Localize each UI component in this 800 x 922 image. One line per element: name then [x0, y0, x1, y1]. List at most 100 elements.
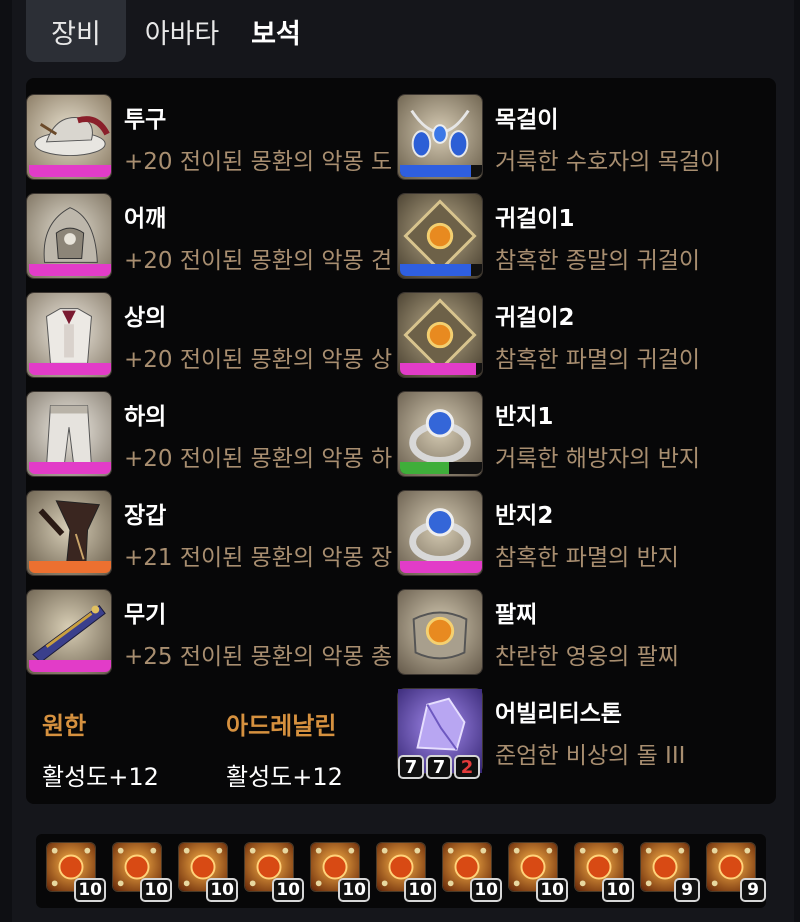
quality-bar: [400, 462, 482, 474]
right-edge: [794, 0, 800, 922]
quality-bar-fill: [400, 165, 472, 177]
gem-level-badge: 10: [74, 878, 106, 902]
gem-level-badge: 10: [470, 878, 502, 902]
equipment-slot[interactable]: 장갑 +21 전이된 몽환의 악몽 장: [26, 490, 392, 578]
gem-slot[interactable]: 10: [442, 842, 502, 902]
item-description: 준엄한 비상의 돌 III: [495, 743, 686, 769]
item-slot-name: 어빌리티스톤: [495, 701, 622, 727]
earring-icon: [397, 292, 483, 378]
gem-slot[interactable]: 9: [706, 842, 766, 902]
gem-slot[interactable]: 10: [376, 842, 436, 902]
ring-icon: [397, 391, 483, 477]
gem-slot[interactable]: 10: [178, 842, 238, 902]
item-description: +20 전이된 몽환의 악몽 도: [124, 149, 393, 175]
equipment-slot[interactable]: 상의 +20 전이된 몽환의 악몽 상: [26, 292, 392, 380]
item-description: 참혹한 종말의 귀걸이: [495, 248, 701, 274]
engraving-name: 원한: [42, 712, 87, 740]
item-description: 참혹한 파멸의 반지: [495, 545, 679, 571]
equipment-slot[interactable]: 귀걸이2 참혹한 파멸의 귀걸이: [397, 292, 757, 380]
bracelet-icon: [397, 589, 483, 675]
item-description: +20 전이된 몽환의 악몽 상: [124, 347, 393, 373]
quality-bar: [29, 165, 111, 177]
gem-slot[interactable]: 10: [244, 842, 304, 902]
engraving-name: 아드레날린: [226, 712, 337, 740]
engraving-value: 활성도+12: [42, 763, 159, 791]
quality-bar: [29, 462, 111, 474]
item-slot-name: 상의: [124, 305, 167, 331]
item-slot-name: 귀걸이2: [495, 305, 575, 331]
gem-level-badge: 9: [740, 878, 766, 902]
item-description: +25 전이된 몽환의 악몽 총: [124, 644, 393, 670]
stone-level-badges: 772: [398, 755, 480, 779]
item-description: +20 전이된 몽환의 악몽 견: [124, 248, 393, 274]
item-description: +21 전이된 몽환의 악몽 장: [124, 545, 393, 571]
quality-bar-fill: [29, 165, 111, 177]
ring-icon: [397, 490, 483, 576]
gem-level-badge: 10: [272, 878, 304, 902]
quality-bar: [400, 165, 482, 177]
tab-bar: 장비 아바타 보석: [26, 0, 314, 62]
chest-armor-icon: [26, 292, 112, 378]
item-description: 찬란한 영웅의 팔찌: [495, 644, 679, 670]
quality-bar-fill: [29, 462, 111, 474]
quality-bar-fill: [29, 363, 111, 375]
gem-level-badge: 10: [404, 878, 436, 902]
quality-bar: [29, 660, 111, 672]
tab-avatar[interactable]: 아바타: [126, 0, 238, 62]
quality-bar-fill: [29, 660, 111, 672]
item-slot-name: 하의: [124, 404, 167, 430]
equipment-slot[interactable]: 어깨 +20 전이된 몽환의 악몽 견: [26, 193, 392, 281]
tab-equipment[interactable]: 장비: [26, 0, 126, 62]
equipment-slot[interactable]: 투구 +20 전이된 몽환의 악몽 도: [26, 94, 392, 182]
stone-level-badge: 7: [398, 755, 424, 779]
ability-stone-icon: 772: [397, 688, 483, 779]
item-description: 참혹한 파멸의 귀걸이: [495, 347, 701, 373]
quality-bar: [400, 264, 482, 276]
item-slot-name: 장갑: [124, 503, 167, 529]
equipment-slot[interactable]: 귀걸이1 참혹한 종말의 귀걸이: [397, 193, 757, 281]
item-slot-name: 반지1: [495, 404, 554, 430]
stone-level-badge: 2: [454, 755, 480, 779]
equipment-slot[interactable]: 팔찌찬란한 영웅의 팔찌: [397, 589, 757, 677]
gem-slot[interactable]: 9: [640, 842, 700, 902]
quality-bar: [29, 363, 111, 375]
item-slot-name: 무기: [124, 602, 167, 628]
item-slot-name: 반지2: [495, 503, 554, 529]
equipment-slot[interactable]: 반지2 참혹한 파멸의 반지: [397, 490, 757, 578]
stone-level-badge: 7: [426, 755, 452, 779]
gloves-icon: [26, 490, 112, 576]
item-slot-name: 투구: [124, 107, 167, 133]
gem-bar: 10 10 10 10 10 10 10 10 10 9 9: [36, 834, 766, 908]
equipment-slot[interactable]: 7 7 2 어빌리티스톤 준엄한 비상의 돌 III: [397, 688, 757, 779]
gem-level-badge: 10: [536, 878, 568, 902]
gem-level-badge: 10: [338, 878, 370, 902]
engraving-value: 활성도+12: [226, 763, 343, 791]
quality-bar-fill: [400, 561, 482, 573]
gem-slot[interactable]: 10: [112, 842, 172, 902]
equipment-slot[interactable]: 하의 +20 전이된 몽환의 악몽 하: [26, 391, 392, 479]
helmet-icon: [26, 94, 112, 180]
gem-level-badge: 10: [602, 878, 634, 902]
equipment-slot[interactable]: 반지1 거룩한 해방자의 반지: [397, 391, 757, 479]
gem-slot[interactable]: 10: [574, 842, 634, 902]
necklace-icon: [397, 94, 483, 180]
equipment-slot[interactable]: 무기 +25 전이된 몽환의 악몽 총: [26, 589, 392, 677]
item-description: 거룩한 수호자의 목걸이: [495, 149, 722, 175]
equipment-slot[interactable]: 목걸이거룩한 수호자의 목걸이: [397, 94, 757, 182]
quality-bar: [400, 561, 482, 573]
equipment-panel: 투구 +20 전이된 몽환의 악몽 도어깨 +20 전이된 몽환의 악몽 견상의 +2…: [26, 78, 776, 804]
gem-slot[interactable]: 10: [508, 842, 568, 902]
gem-level-badge: 10: [206, 878, 238, 902]
engraving-stat-2: 아드레날린 활성도+12: [226, 706, 343, 792]
tab-gems[interactable]: 보석: [238, 0, 314, 62]
item-slot-name: 팔찌: [495, 602, 538, 628]
gem-slot[interactable]: 10: [46, 842, 106, 902]
quality-bar-fill: [400, 462, 450, 474]
engraving-stat-1: 원한 활성도+12: [42, 706, 159, 792]
quality-bar: [29, 264, 111, 276]
earring-icon: [397, 193, 483, 279]
weapon-icon: [26, 589, 112, 675]
gem-slot[interactable]: 10: [310, 842, 370, 902]
item-slot-name: 귀걸이1: [495, 206, 575, 232]
item-slot-name: 목걸이: [495, 107, 559, 133]
